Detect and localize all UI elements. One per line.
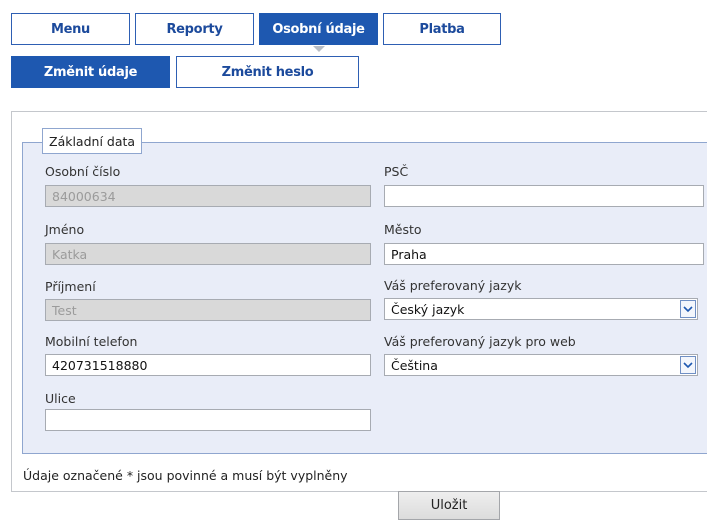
zip-label: PSČ <box>384 164 409 179</box>
chevron-down-icon[interactable] <box>680 356 696 374</box>
tab-platba[interactable]: Platba <box>383 13 501 45</box>
street-input[interactable] <box>45 409 371 431</box>
personal-number-field: 84000634 <box>45 185 371 207</box>
tab-reporty[interactable]: Reporty <box>135 13 254 45</box>
web-language-select-value: Čeština <box>391 357 438 373</box>
subtab-zmenit-udaje[interactable]: Změnit údaje <box>11 56 170 88</box>
web-language-select[interactable]: Čeština <box>384 354 698 376</box>
save-button[interactable]: Uložit <box>398 491 500 520</box>
city-input[interactable]: Praha <box>384 243 704 265</box>
mobile-label: Mobilní telefon <box>45 334 138 349</box>
street-label: Ulice <box>45 391 76 406</box>
fieldset-legend: Základní data <box>42 128 143 154</box>
tab-menu[interactable]: Menu <box>11 13 130 45</box>
zip-input[interactable] <box>384 185 704 207</box>
city-label: Město <box>384 222 422 237</box>
active-tab-indicator <box>313 46 325 52</box>
tab-osobni-udaje[interactable]: Osobní údaje <box>259 13 378 45</box>
personal-number-label: Osobní číslo <box>45 164 121 179</box>
web-language-label: Váš preferovaný jazyk pro web <box>384 334 576 349</box>
first-name-label: Jméno <box>45 222 85 237</box>
subtab-zmenit-heslo[interactable]: Změnit heslo <box>176 56 359 88</box>
chevron-down-icon[interactable] <box>680 300 696 318</box>
last-name-field: Test <box>45 299 371 321</box>
last-name-label: Příjmení <box>45 279 96 294</box>
required-fields-note: Údaje označené * jsou povinné a musí být… <box>23 468 348 483</box>
language-select[interactable]: Český jazyk <box>384 298 698 320</box>
language-select-value: Český jazyk <box>391 301 465 317</box>
language-label: Váš preferovaný jazyk <box>384 278 522 293</box>
mobile-input[interactable]: 420731518880 <box>45 354 371 376</box>
first-name-field: Katka <box>45 243 371 265</box>
